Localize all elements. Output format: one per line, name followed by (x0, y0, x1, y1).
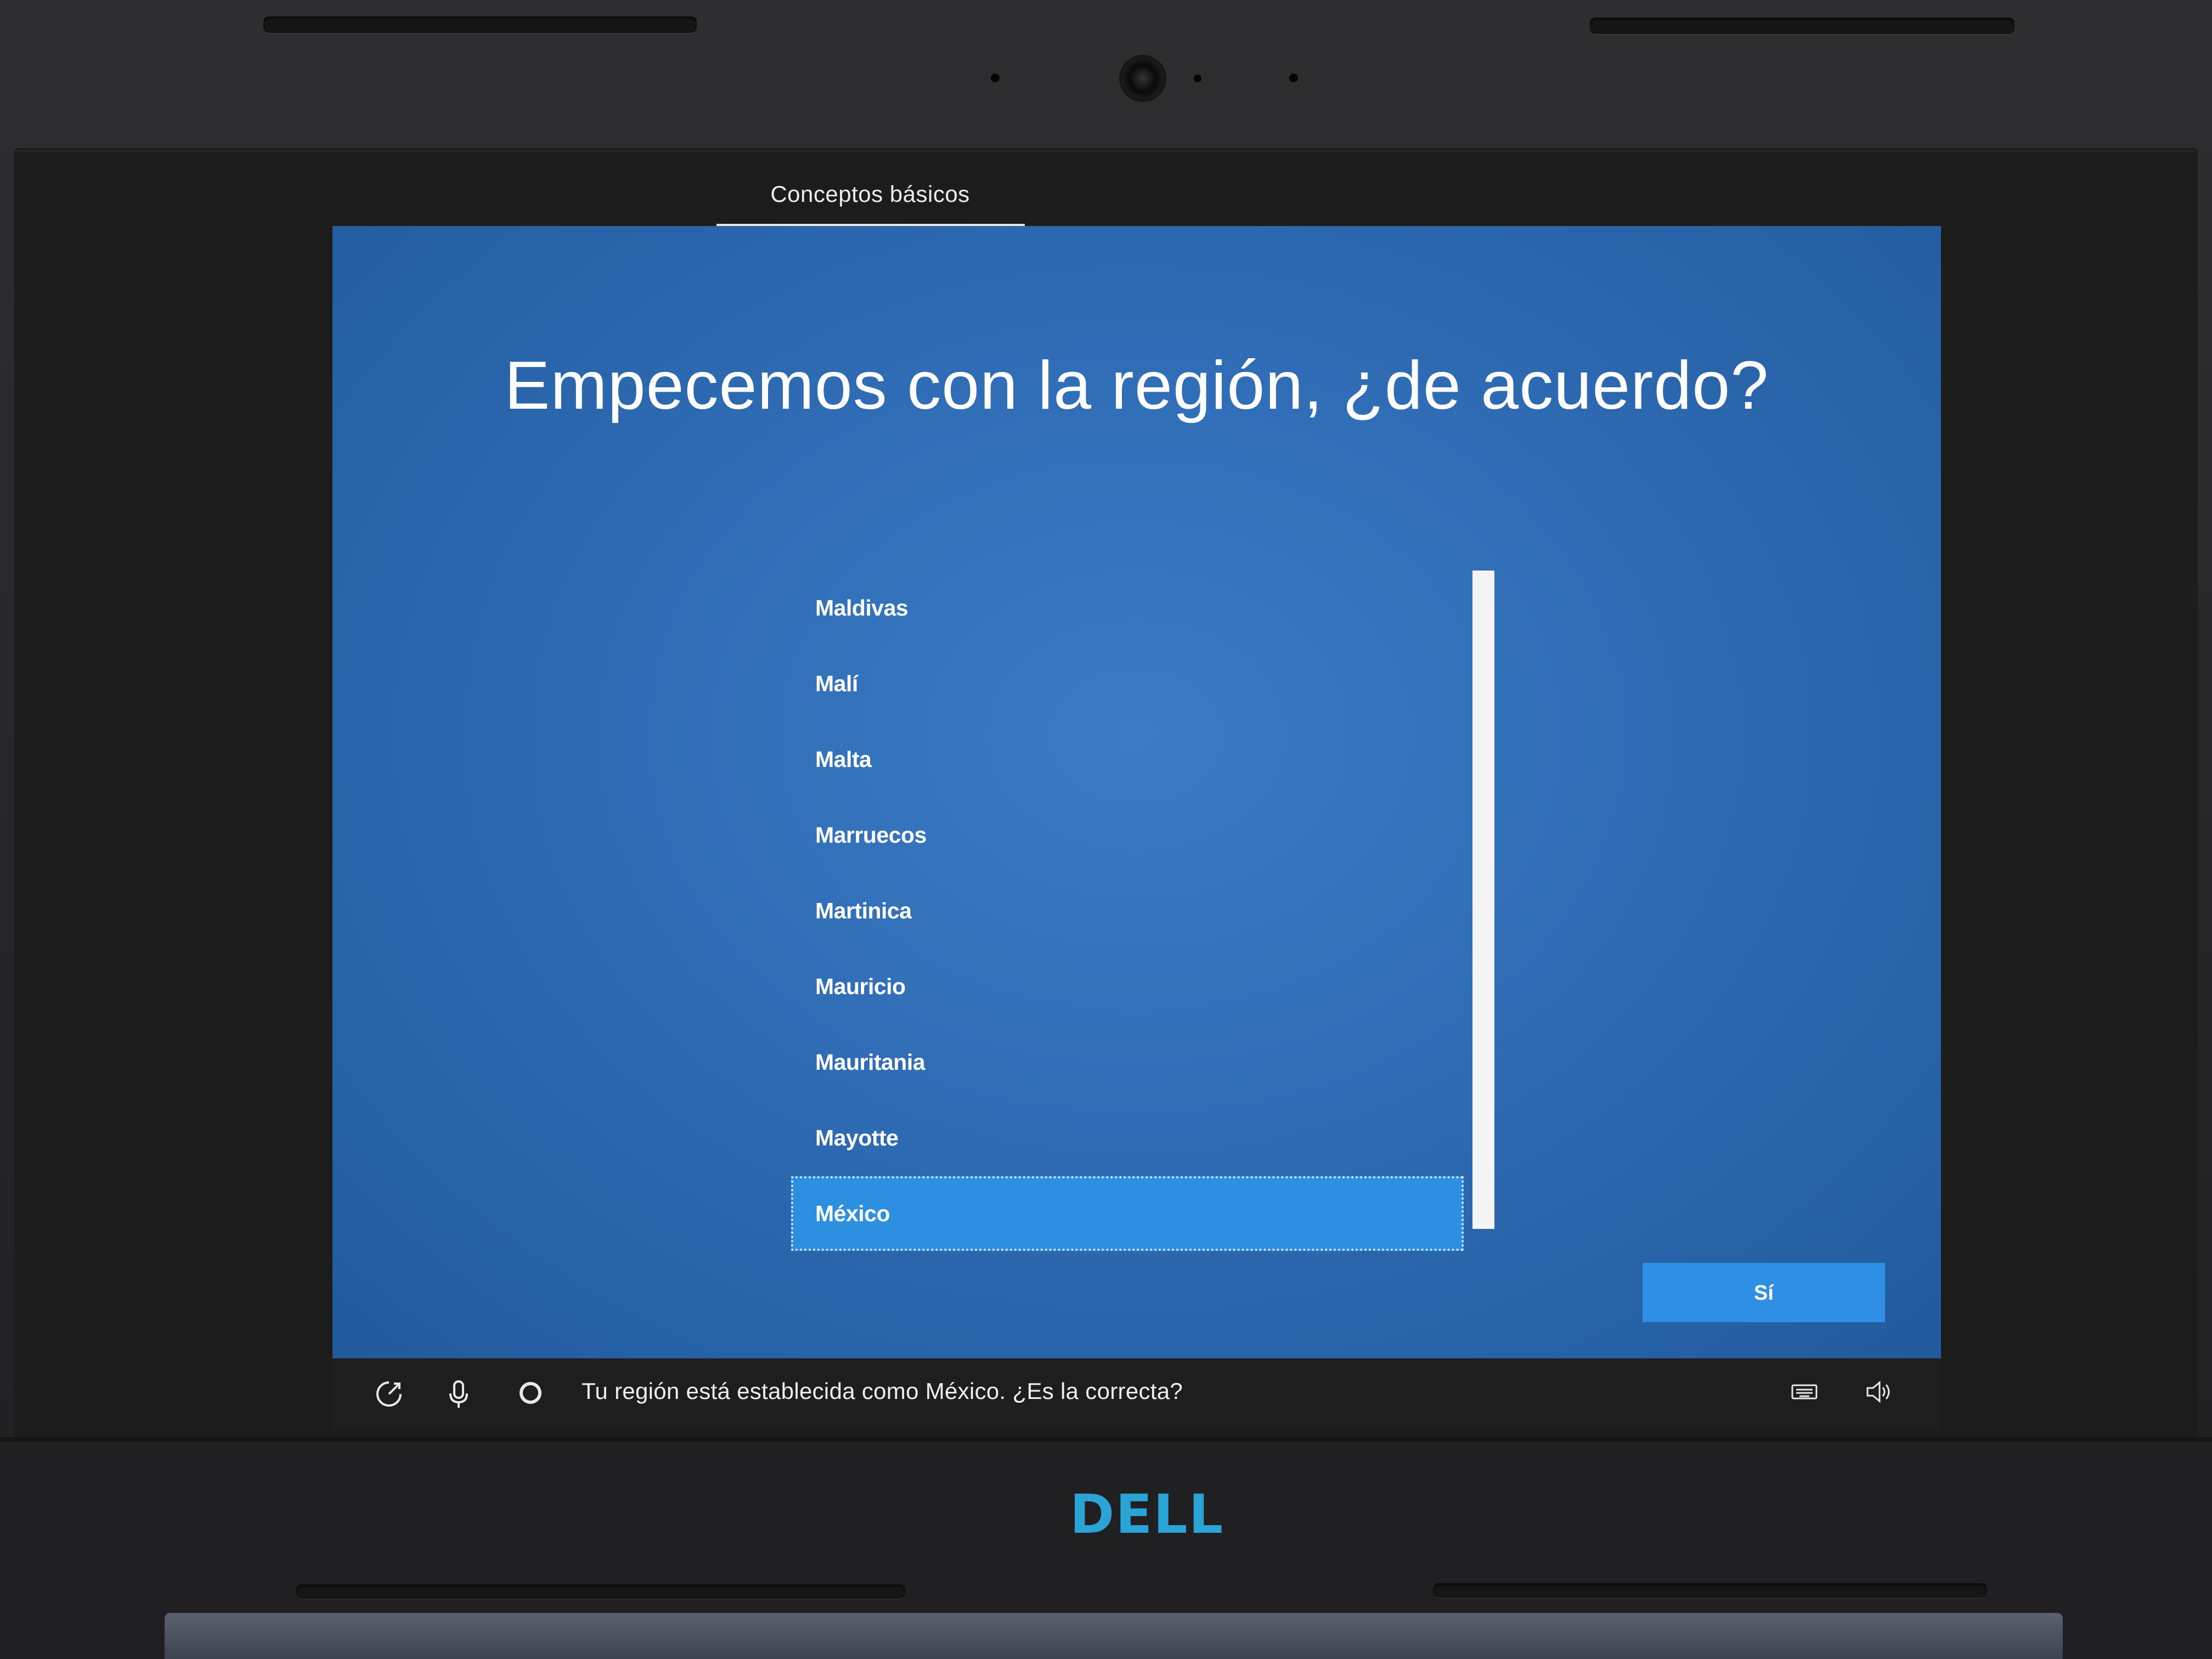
region-list-scrollbar[interactable] (1468, 571, 1494, 1234)
cortana-icon[interactable] (517, 1379, 544, 1413)
region-item[interactable]: Maldivas (791, 571, 1464, 645)
scrollbar-thumb[interactable] (1472, 571, 1494, 1229)
webcam-icon (1119, 55, 1166, 102)
region-item[interactable]: Marruecos (791, 798, 1464, 872)
sensor-dot (1194, 75, 1201, 82)
region-item[interactable]: Mauritania (791, 1025, 1464, 1099)
ease-of-access-icon[interactable] (374, 1379, 404, 1415)
microphone-icon[interactable] (448, 1379, 470, 1416)
dell-logo: DELL (1070, 1483, 1224, 1546)
yes-button[interactable]: Sí (1643, 1263, 1885, 1322)
speaker-grille-bottom-right (1433, 1583, 1987, 1598)
keyboard-icon[interactable] (1791, 1379, 1818, 1409)
region-item[interactable]: Mauricio (791, 949, 1464, 1024)
region-list[interactable]: Maldivas Malí Malta Marruecos Martinica Mauri… (791, 571, 1466, 1251)
speaker-grille-bottom-left (296, 1584, 905, 1599)
sensor-dot (1289, 74, 1298, 82)
volume-icon[interactable] (1865, 1379, 1893, 1410)
sensor-dot (991, 74, 1000, 82)
region-item[interactable]: Malta (791, 722, 1464, 797)
setup-panel: Empecemos con la región, ¿de acuerdo? Ma… (332, 226, 1941, 1358)
narration-text: Tu región está establecida como México. … (582, 1378, 1183, 1404)
region-item-selected[interactable]: México (791, 1176, 1464, 1251)
laptop-hinge (165, 1613, 2063, 1659)
tab-basics: Conceptos básicos (770, 181, 970, 207)
bezel-edge (0, 1437, 2212, 1442)
speaker-grille-left (263, 16, 697, 33)
region-item[interactable]: Mayotte (791, 1101, 1464, 1175)
region-item[interactable]: Martinica (791, 873, 1464, 948)
page-title: Empecemos con la región, ¿de acuerdo? (504, 348, 1769, 424)
speaker-grille-right (1590, 18, 2015, 34)
region-item[interactable]: Malí (791, 646, 1464, 721)
